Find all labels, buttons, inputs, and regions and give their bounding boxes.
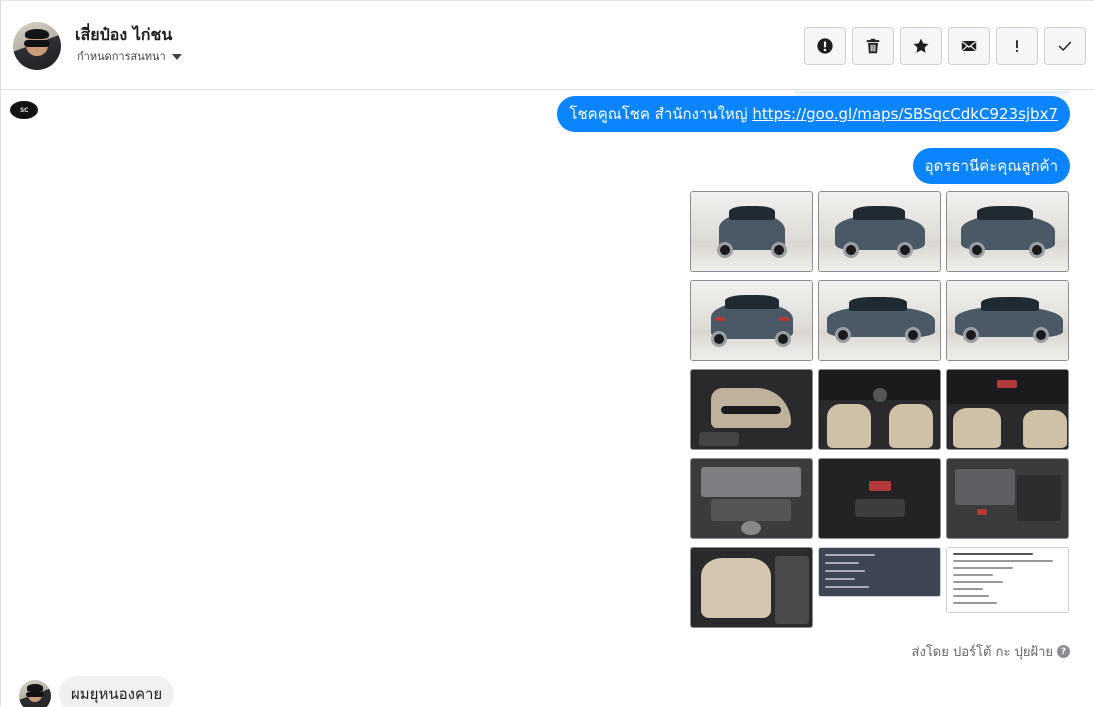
car-spec-screenshot[interactable] — [818, 547, 941, 597]
caret-down-icon — [171, 53, 182, 60]
car-photo-cabin[interactable] — [818, 369, 941, 450]
envelope-icon — [961, 41, 977, 51]
contact-name[interactable]: เสี่ยป๋อง ไก่ชน — [75, 23, 172, 48]
car-photo-front-quarter[interactable] — [818, 191, 941, 272]
question-circle-icon[interactable]: ? — [1057, 645, 1070, 658]
maps-link[interactable]: https://goo.gl/maps/SBSqcCdkC923sjbx7 — [752, 105, 1058, 123]
trash-icon — [866, 38, 880, 54]
car-photo-rear-quarter[interactable] — [946, 191, 1069, 272]
car-listing-screenshot[interactable] — [946, 547, 1069, 613]
star-icon — [913, 38, 929, 53]
conversation-header: เสี่ยป๋อง ไก่ชน กำหนดการสนทนา — [1, 1, 1094, 90]
car-photo-side-right[interactable] — [818, 280, 941, 361]
contact-avatar[interactable] — [13, 22, 61, 70]
mark-unread-button[interactable] — [948, 27, 990, 65]
car-photo-door-panel[interactable] — [690, 369, 813, 450]
photo-gallery — [690, 191, 1070, 631]
follow-up-button[interactable] — [996, 27, 1038, 65]
assign-conversation-dropdown[interactable]: กำหนดการสนทนา — [77, 47, 182, 65]
exclamation-icon — [1015, 40, 1019, 53]
message-text: โชคคูณโชค สำนักงานใหญ่ — [569, 105, 753, 123]
car-photo-center-console[interactable] — [818, 458, 941, 539]
car-photo-battery[interactable] — [946, 458, 1069, 539]
car-photo-side-left[interactable] — [946, 280, 1069, 361]
message-thread[interactable]: SC โชคคูณโชค สำนักงานใหญ่ https://goo.gl… — [1, 91, 1094, 707]
car-photo-rear[interactable] — [690, 280, 813, 361]
car-photo-dashboard[interactable] — [946, 369, 1069, 450]
sent-by-note: ส่งโดย ปอร์โต้ กะ ปุยฝ้าย ? — [912, 641, 1070, 662]
page-logo: SC — [10, 101, 38, 119]
exclamation-circle-icon — [817, 38, 833, 54]
delete-button[interactable] — [852, 27, 894, 65]
spam-button[interactable] — [804, 27, 846, 65]
incoming-message[interactable]: ผมยุหนองคาย — [59, 676, 175, 707]
sent-by-text: ส่งโดย ปอร์โต้ กะ ปุยฝ้าย — [911, 645, 1053, 660]
assign-label: กำหนดการสนทนา — [77, 50, 166, 63]
car-photo-engine-bay[interactable] — [690, 458, 813, 539]
star-button[interactable] — [900, 27, 942, 65]
outgoing-message-location[interactable]: โชคคูณโชค สำนักงานใหญ่ https://goo.gl/ma… — [557, 96, 1070, 132]
contact-avatar-small[interactable] — [19, 680, 51, 707]
check-icon — [1058, 41, 1072, 51]
outgoing-message-province[interactable]: อุดรธานีค่ะคุณลูกค้า — [912, 148, 1070, 184]
car-photo-front[interactable] — [690, 191, 813, 272]
mark-done-button[interactable] — [1044, 27, 1086, 65]
message-text: ผมยุหนองคาย — [71, 685, 163, 703]
message-text: อุดรธานีค่ะคุณลูกค้า — [924, 157, 1058, 175]
car-photo-rear-seats[interactable] — [690, 547, 813, 628]
